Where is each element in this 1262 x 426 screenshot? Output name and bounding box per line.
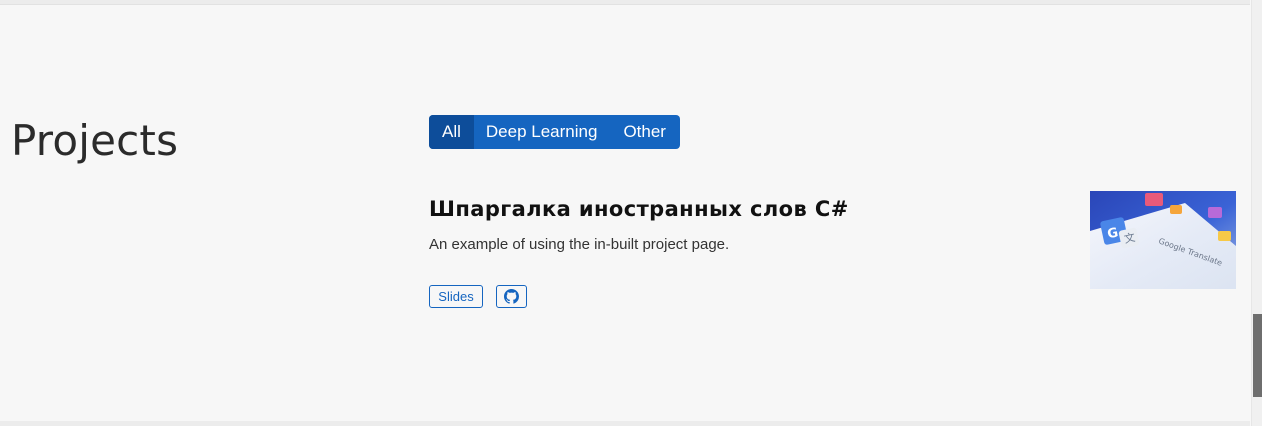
project-title[interactable]: Шпаргалка иностранных слов C# <box>429 197 849 221</box>
section-title: Projects <box>11 116 179 165</box>
bottom-band <box>0 421 1250 426</box>
bubble-decoration <box>1170 205 1182 214</box>
bubble-decoration <box>1145 193 1163 206</box>
scrollbar-thumb[interactable] <box>1253 314 1262 397</box>
filter-all-button[interactable]: All <box>429 115 474 149</box>
filter-button-group: All Deep Learning Other <box>429 115 680 149</box>
thumbnail-image: G 文 Google Translate <box>1090 191 1236 289</box>
github-button[interactable] <box>496 285 527 308</box>
filter-other-button[interactable]: Other <box>597 115 680 149</box>
slides-button[interactable]: Slides <box>429 285 483 308</box>
github-icon <box>504 289 519 304</box>
project-thumbnail[interactable]: G 文 Google Translate <box>1090 191 1236 289</box>
top-border <box>0 0 1250 5</box>
filter-deep-learning-button[interactable]: Deep Learning <box>474 115 598 149</box>
bubble-decoration <box>1208 207 1222 218</box>
bubble-decoration <box>1218 231 1231 241</box>
project-description: An example of using the in-built project… <box>429 236 730 253</box>
